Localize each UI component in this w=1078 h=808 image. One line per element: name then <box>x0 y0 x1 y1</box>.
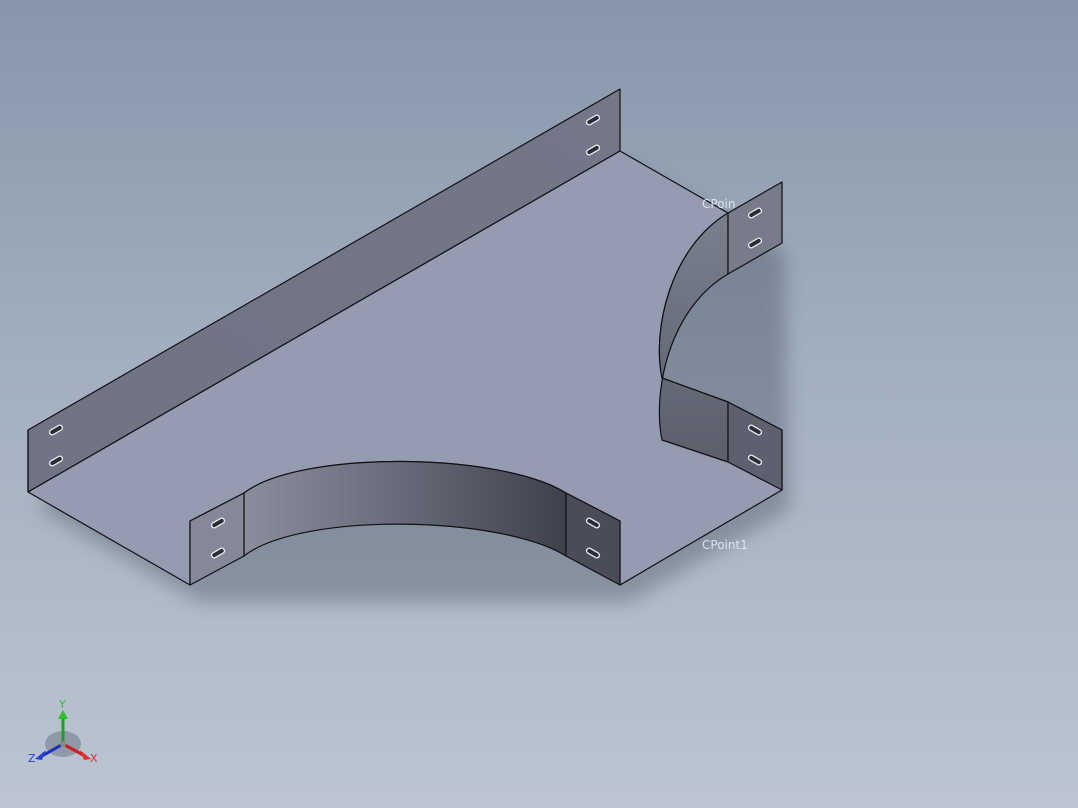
triad-z-label: Z <box>28 752 36 765</box>
model-scene[interactable]: CPoin CPoint1 Y X Z <box>0 0 1078 808</box>
graphics-viewport[interactable]: CPoin CPoint1 Y X Z <box>0 0 1078 808</box>
triad-y-label: Y <box>58 698 66 711</box>
cpoint-label-top[interactable]: CPoin <box>702 197 735 211</box>
triad-y-arrow <box>58 710 68 719</box>
triad-origin <box>60 741 66 747</box>
reference-triad[interactable]: Y X Z <box>28 698 98 765</box>
triad-x-label: X <box>90 752 98 765</box>
cpoint-label-bottom[interactable]: CPoint1 <box>702 538 748 552</box>
